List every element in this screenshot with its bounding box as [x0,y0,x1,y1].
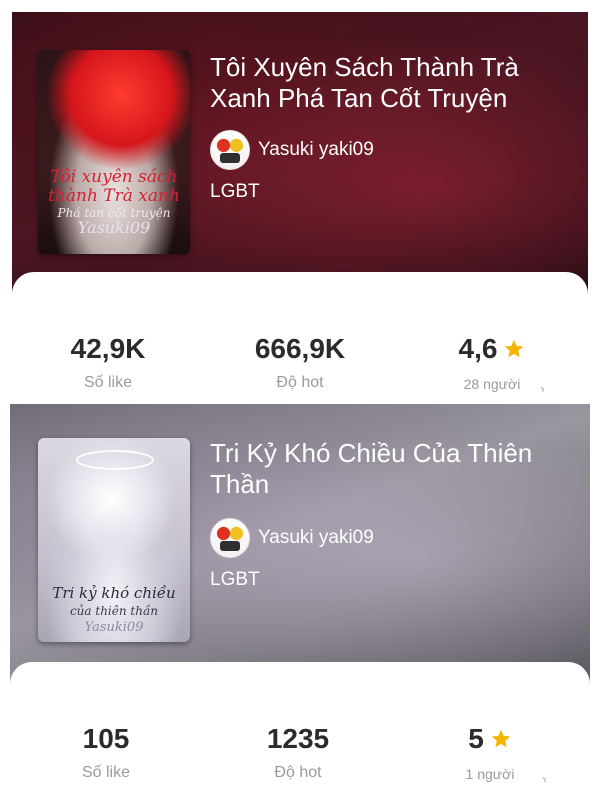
hot-label: Độ hot [274,764,322,781]
rating-value: 4,6 [458,333,498,364]
book-cover-image[interactable]: Tôi xuyên sách thành Trà xanh Phá tan cố… [38,50,190,254]
likes-label: Số like [81,764,131,781]
book-card-2[interactable]: Tri kỷ khó chiều của thiên thần Yasuki09… [0,404,600,799]
author-avatar[interactable] [210,130,250,170]
cover-title-text: Tôi xuyên sách thành Trà xanh [48,167,180,206]
star-icon [505,339,524,358]
book-genre: LGBT [210,181,260,202]
rating-value: 5 [468,723,484,754]
cover-signature-text: Yasuki09 [84,620,144,635]
stat-likes: 105 Số like [16,722,196,782]
stat-likes: 42,9K Số like [18,332,198,392]
book-genre: LGBT [210,569,260,590]
book-card-1[interactable]: Tôi xuyên sách thành Trà xanh Phá tan cố… [0,0,600,404]
likes-label: Số like [83,374,133,391]
author-row[interactable]: Yasuki yaki09 [210,130,374,170]
book-title[interactable]: Tôi Xuyên Sách Thành Trà Xanh Phá Tan Cố… [210,52,570,114]
book-title[interactable]: Tri Kỷ Khó Chiều Của Thiên Thần [210,438,570,500]
stat-hot: 1235 Độ hot [208,722,388,782]
author-name[interactable]: Yasuki yaki09 [258,139,374,161]
stats-panel: 105 Số like 1235 Độ hot 5 1 người › [10,662,590,792]
author-row[interactable]: Yasuki yaki09 [210,518,374,558]
cover-signature-text: Yasuki09 [77,218,151,237]
stat-hot: 666,9K Độ hot [210,332,390,392]
hot-value: 666,9K [254,333,346,364]
author-name[interactable]: Yasuki yaki09 [258,527,374,549]
author-avatar[interactable] [210,518,250,558]
cover-title-text: Tri kỷ khó chiều [52,584,176,602]
cover-subtitle-text: của thiên thần [69,604,159,618]
hot-value: 1235 [266,723,330,754]
stats-panel: 42,9K Số like 666,9K Độ hot 4,6 28 người… [12,272,588,402]
stat-rating[interactable]: 4,6 28 người [402,332,582,392]
likes-value: 42,9K [70,333,146,364]
book-cover-image[interactable]: Tri kỷ khó chiều của thiên thần Yasuki09 [38,438,190,642]
halo-decoration [76,450,154,470]
star-icon [491,729,510,748]
hot-label: Độ hot [276,374,324,391]
likes-value: 105 [82,723,130,754]
